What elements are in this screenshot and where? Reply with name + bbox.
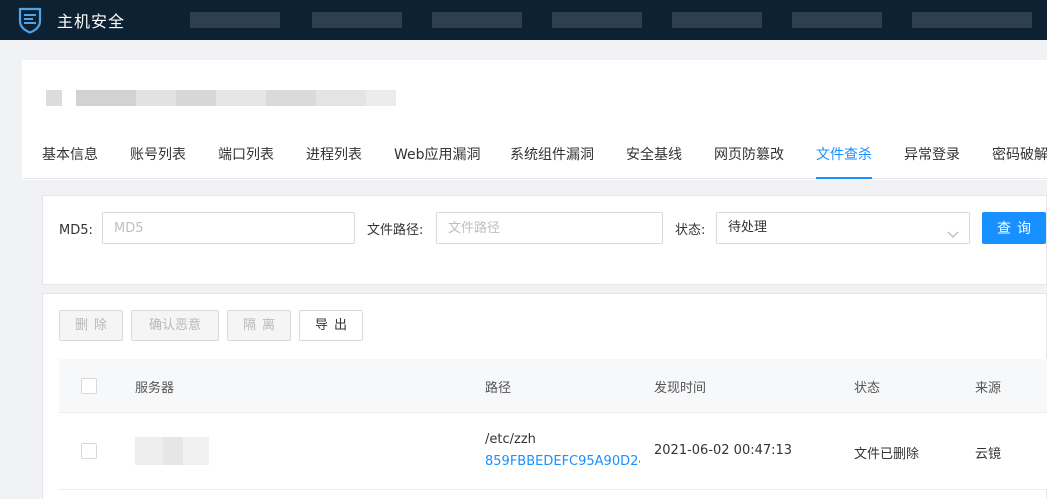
filter-panel: MD5: 文件路径: 状态: 待处理 查询: [42, 195, 1047, 285]
server-name: [135, 437, 209, 465]
top-nav-item[interactable]: [792, 12, 882, 28]
tab-abnormal-login[interactable]: 异常登录: [904, 132, 960, 179]
app-title: 主机安全: [57, 12, 126, 31]
table-row[interactable]: /etc/zzh 859FBBEDEFC95A90D243 2021-06-02…: [59, 413, 1047, 490]
top-navbar: 主机安全: [0, 0, 1047, 40]
tab-accounts[interactable]: 账号列表: [130, 132, 186, 179]
query-button[interactable]: 查询: [982, 212, 1046, 244]
delete-button[interactable]: 删除: [59, 310, 123, 341]
top-nav-item[interactable]: [912, 12, 1032, 28]
top-nav-item[interactable]: [672, 12, 762, 28]
host-name-title: [46, 90, 396, 106]
tab-component-vulns[interactable]: 系统组件漏洞: [510, 132, 594, 179]
tab-password-crack[interactable]: 密码破解: [992, 132, 1047, 179]
column-header-found-time: 发现时间: [654, 381, 707, 396]
top-nav-item[interactable]: [312, 12, 402, 28]
select-all-checkbox[interactable]: [81, 378, 97, 394]
tab-processes[interactable]: 进程列表: [306, 132, 362, 179]
tab-security-baseline[interactable]: 安全基线: [626, 132, 682, 179]
shield-list-icon[interactable]: [15, 5, 45, 35]
md5-label: MD5:: [59, 223, 93, 238]
table-header: 服务器 路径 发现时间 状态 来源: [59, 359, 1047, 413]
row-checkbox[interactable]: [81, 443, 97, 459]
host-detail-page: 基本信息 账号列表 端口列表 进程列表 Web应用漏洞 系统组件漏洞 安全基线 …: [22, 60, 1047, 499]
column-header-source: 来源: [975, 381, 1002, 396]
file-md5-link[interactable]: 859FBBEDEFC95A90D243: [485, 454, 640, 469]
isolate-button[interactable]: 隔离: [227, 310, 291, 341]
found-time: 2021-06-02 00:47:13: [654, 443, 793, 458]
top-nav-item[interactable]: [432, 12, 522, 28]
status-select[interactable]: 待处理: [716, 212, 970, 244]
confirm-malicious-button[interactable]: 确认恶意: [131, 310, 219, 341]
chevron-down-icon: [947, 222, 959, 252]
tab-web-vulns[interactable]: Web应用漏洞: [394, 132, 481, 179]
file-path-input[interactable]: [436, 212, 663, 244]
column-header-status: 状态: [854, 381, 881, 396]
detail-tabs: 基本信息 账号列表 端口列表 进程列表 Web应用漏洞 系统组件漏洞 安全基线 …: [22, 132, 1047, 179]
file-path-label: 文件路径:: [367, 223, 424, 238]
file-source: 云镜: [975, 447, 1002, 462]
status-select-value: 待处理: [728, 220, 768, 235]
file-path: /etc/zzh: [485, 432, 536, 447]
file-table-panel: 删除 确认恶意 隔离 导出 服务器 路径 发现时间 状态 来源 /etc/zzh…: [42, 293, 1047, 499]
md5-input[interactable]: [102, 212, 355, 244]
tab-web-tamper[interactable]: 网页防篡改: [714, 132, 784, 179]
tab-file-scan[interactable]: 文件查杀: [816, 132, 872, 179]
status-label: 状态:: [675, 223, 706, 238]
file-status: 文件已删除: [854, 447, 920, 462]
tab-ports[interactable]: 端口列表: [218, 132, 274, 179]
export-button[interactable]: 导出: [299, 310, 363, 341]
tab-basic-info[interactable]: 基本信息: [42, 132, 98, 179]
column-header-server: 服务器: [135, 381, 175, 396]
top-nav-item[interactable]: [190, 12, 280, 28]
top-nav-item[interactable]: [552, 12, 642, 28]
column-header-path: 路径: [485, 381, 512, 396]
